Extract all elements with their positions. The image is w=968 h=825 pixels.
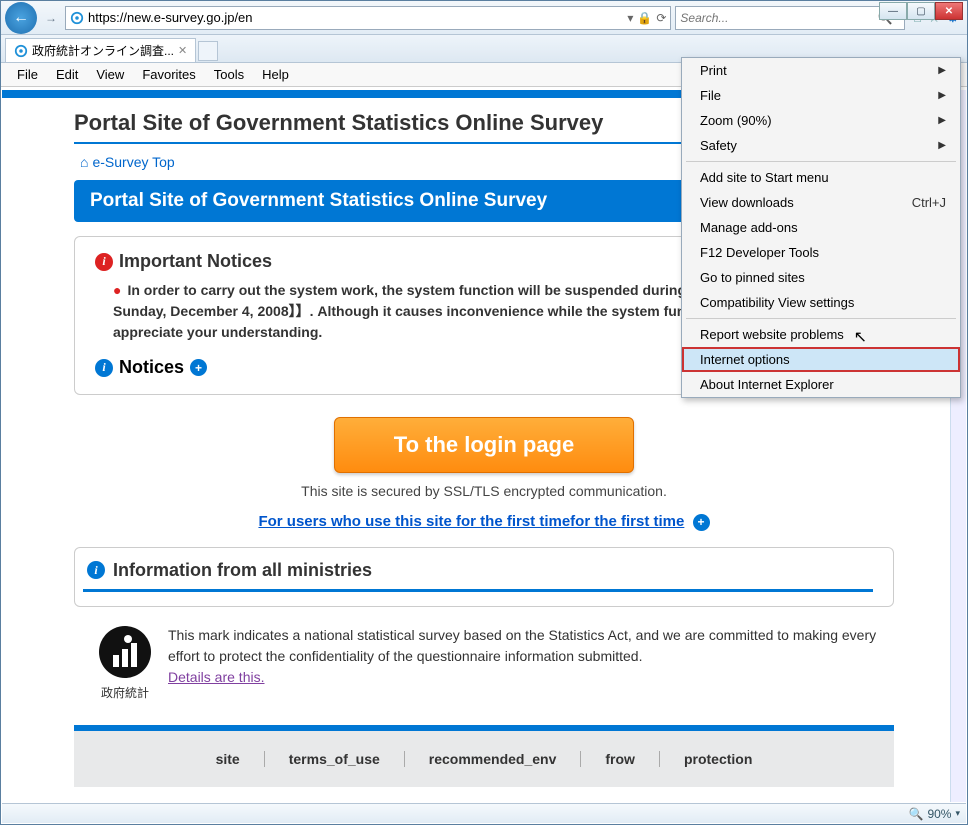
- menu-pinned[interactable]: Go to pinned sites: [682, 265, 960, 290]
- lock-icon: 🔒: [637, 11, 652, 25]
- menu-add-start[interactable]: Add site to Start menu: [682, 165, 960, 190]
- home-icon: ⌂: [80, 154, 88, 170]
- search-bar[interactable]: 🔍 ▾: [675, 6, 905, 30]
- browser-window: — ▢ ✕ ← → ▾ 🔒 ⟳ 🔍 ▾ ⌂ ☆ ⚙ 政府統計オ: [0, 0, 968, 825]
- footer-protection[interactable]: protection: [660, 751, 776, 767]
- zoom-level[interactable]: 90%: [927, 807, 951, 821]
- first-time-link[interactable]: For users who use this site for the firs…: [258, 513, 684, 530]
- address-extras: ▾ 🔒 ⟳: [627, 11, 666, 25]
- navigation-row: ← → ▾ 🔒 ⟳ 🔍 ▾ ⌂ ☆ ⚙: [1, 1, 967, 35]
- refresh-icon[interactable]: ⟳: [656, 11, 666, 25]
- menu-edit[interactable]: Edit: [48, 64, 86, 85]
- ministries-title: Information from all ministries: [113, 560, 372, 581]
- menu-view[interactable]: View: [88, 64, 132, 85]
- statistics-mark-label: 政府統計: [98, 684, 152, 701]
- address-bar[interactable]: ▾ 🔒 ⟳: [65, 6, 671, 30]
- ie-icon: [70, 11, 84, 25]
- search-input[interactable]: [680, 11, 878, 25]
- submenu-arrow-icon: ▶: [938, 90, 946, 101]
- menu-favorites[interactable]: Favorites: [134, 64, 203, 85]
- statistics-mark: 政府統計: [98, 625, 152, 701]
- notices-title: Notices: [119, 357, 184, 378]
- details-link[interactable]: Details are this.: [168, 669, 264, 685]
- close-button[interactable]: ✕: [935, 2, 963, 20]
- info-icon: i: [95, 359, 113, 377]
- menu-file[interactable]: File: [9, 64, 46, 85]
- url-input[interactable]: [88, 10, 623, 25]
- menu-separator: [686, 161, 956, 162]
- info-icon: i: [87, 561, 105, 579]
- expand-icon[interactable]: +: [693, 514, 710, 531]
- cursor-icon: ↖: [854, 327, 867, 347]
- first-time-row: For users who use this site for the firs…: [74, 507, 894, 547]
- important-notices-title: Important Notices: [119, 251, 272, 272]
- secure-note: This site is secured by SSL/TLS encrypte…: [74, 483, 894, 507]
- bullet-icon: ●: [113, 282, 121, 298]
- expand-icon[interactable]: +: [190, 359, 207, 376]
- forward-button[interactable]: →: [41, 8, 61, 28]
- mark-description: This mark indicates a national statistic…: [168, 627, 876, 664]
- statistics-mark-text: This mark indicates a national statistic…: [168, 625, 884, 688]
- shortcut-label: Ctrl+J: [912, 195, 946, 210]
- menu-separator: [686, 318, 956, 319]
- menu-tools[interactable]: Tools: [206, 64, 252, 85]
- submenu-arrow-icon: ▶: [938, 140, 946, 151]
- menu-view-downloads[interactable]: View downloadsCtrl+J: [682, 190, 960, 215]
- alert-icon: i: [95, 253, 113, 271]
- menu-report[interactable]: Report website problems: [682, 322, 960, 347]
- menu-about[interactable]: About Internet Explorer: [682, 372, 960, 397]
- menu-file-sub[interactable]: File▶: [682, 83, 960, 108]
- menu-manage-addons[interactable]: Manage add-ons: [682, 215, 960, 240]
- dropdown-icon[interactable]: ▾: [627, 11, 633, 25]
- ministries-heading: i Information from all ministries: [83, 560, 873, 592]
- footer-terms[interactable]: terms_of_use: [265, 751, 405, 767]
- menu-zoom[interactable]: Zoom (90%)▶: [682, 108, 960, 133]
- menu-print[interactable]: Print▶: [682, 58, 960, 83]
- footer-site[interactable]: site: [192, 751, 265, 767]
- statistics-mark-icon: [98, 625, 152, 679]
- menu-help[interactable]: Help: [254, 64, 297, 85]
- tools-menu: Print▶ File▶ Zoom (90%)▶ Safety▶ Add sit…: [681, 57, 961, 398]
- ministries-box: i Information from all ministries: [74, 547, 894, 607]
- back-button[interactable]: ←: [5, 2, 37, 34]
- submenu-arrow-icon: ▶: [938, 115, 946, 126]
- maximize-button[interactable]: ▢: [907, 2, 935, 20]
- submenu-arrow-icon: ▶: [938, 65, 946, 76]
- breadcrumb-label: e-Survey Top: [92, 154, 174, 170]
- zoom-dropdown-icon[interactable]: ▾: [955, 808, 960, 819]
- footer-links: site terms_of_use recommended_env frow p…: [74, 731, 894, 787]
- footer-recommended[interactable]: recommended_env: [405, 751, 582, 767]
- menu-f12[interactable]: F12 Developer Tools: [682, 240, 960, 265]
- new-tab-button[interactable]: [198, 41, 218, 61]
- minimize-button[interactable]: —: [879, 2, 907, 20]
- footer: site terms_of_use recommended_env frow p…: [74, 725, 894, 787]
- menu-safety[interactable]: Safety▶: [682, 133, 960, 158]
- menu-internet-options[interactable]: Internet options: [682, 347, 960, 372]
- zoom-icon[interactable]: 🔍: [908, 807, 923, 821]
- login-button[interactable]: To the login page: [334, 417, 634, 473]
- footer-frow[interactable]: frow: [581, 751, 660, 767]
- window-controls: — ▢ ✕: [879, 2, 963, 20]
- statistics-mark-row: 政府統計 This mark indicates a national stat…: [74, 607, 894, 701]
- tab-close-icon[interactable]: ✕: [178, 44, 187, 57]
- ie-icon: [14, 44, 28, 58]
- menu-compat[interactable]: Compatibility View settings: [682, 290, 960, 315]
- tab-active[interactable]: 政府統計オンライン調査... ✕: [5, 38, 196, 62]
- status-bar: 🔍 90% ▾: [2, 803, 966, 823]
- tab-title: 政府統計オンライン調査...: [32, 42, 174, 59]
